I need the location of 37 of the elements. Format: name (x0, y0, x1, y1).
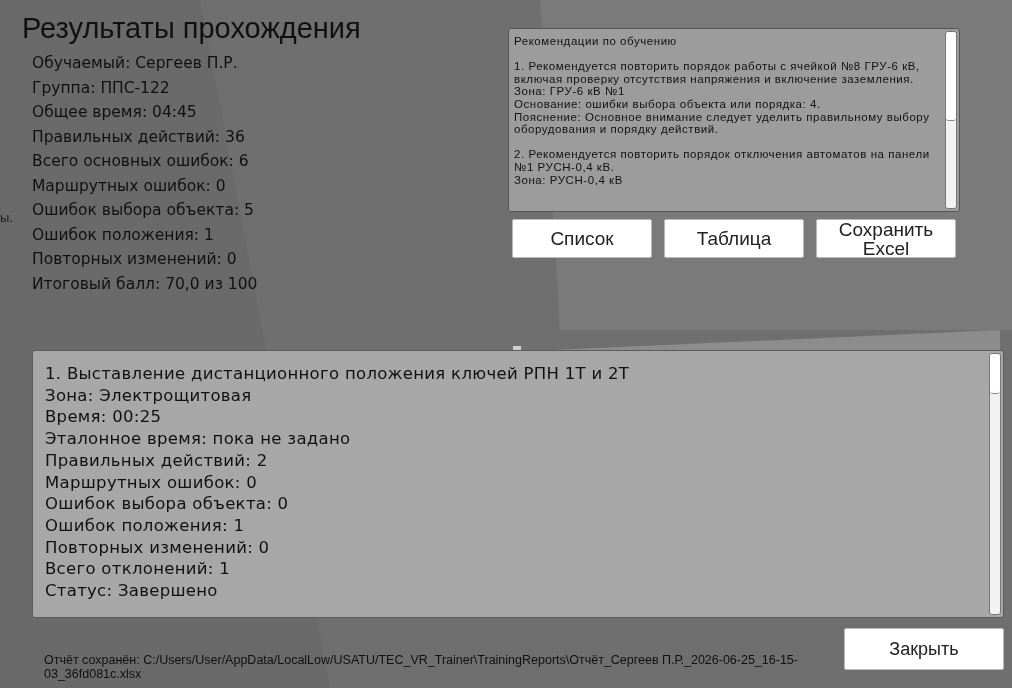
recommendation-line: 2. Рекомендуется повторить порядок отключения автоматов на панели №1 РУСН-0,4 кВ. (514, 148, 931, 174)
stat-line: Маршрутных ошибок: 0 (31, 175, 227, 197)
detail-line: Маршрутных ошибок: 0 (45, 471, 259, 494)
view-button[interactable]: Таблица (664, 219, 804, 258)
detail-line: Статус: Завершено (45, 580, 219, 602)
recommendation-line: Пояснение: Основное внимание следует уделить правильному выбору оборудования и порядку действий. (514, 110, 931, 136)
recommendation-line: Основание: ошибки выбора объекта или порядка: 4. (514, 97, 822, 111)
recommendation-line: Зона: РУСН-0,4 кВ (514, 173, 624, 187)
detail-line: Эталонное время: пока не задано (45, 428, 352, 450)
saved-path-text: Отчёт сохранён: C:/Users/User/AppData/LocalLow/USATU/TEC_VR_Trainer\TrainingReports\Отчёт_Сергеев П.Р._2026-06-25_16-15-03_36fd081c.xlsx (44, 653, 799, 681)
stat-line: Ошибок положения: 1 (31, 224, 215, 246)
stat-line: Повторных изменений: 0 (31, 249, 238, 270)
stat-line: Обучаемый: Сергеев П.Р. (31, 53, 239, 74)
stat-line: Итоговый балл: 70,0 из 100 (31, 273, 259, 295)
scrollbar[interactable] (989, 353, 1001, 615)
text-fragment: ы. (0, 210, 13, 225)
detail-line: Зона: Электрощитовая (45, 384, 253, 407)
view-button[interactable]: Список (512, 219, 652, 258)
detail-line: Правильных действий: 2 (45, 449, 269, 472)
stat-line: Правильных действий: 36 (31, 126, 246, 148)
recommendations-title: Рекомендации по обучению (514, 35, 678, 48)
detail-line: Повторных изменений: 0 (45, 536, 271, 559)
results-title: Результаты прохождения (22, 11, 362, 46)
stat-line: Общее время: 04:45 (31, 102, 198, 123)
detail-line: Ошибок положения: 1 (45, 514, 246, 537)
detail-line: Время: 00:25 (45, 406, 163, 429)
detail-line: Ошибок выбора объекта: 0 (45, 493, 290, 515)
view-button[interactable]: Сохранить Excel (816, 219, 956, 258)
detail-line: 1. Выставление дистанционного положения ключей РПН 1Т и 2Т (45, 363, 631, 385)
detail-line: Всего отклонений: 1 (45, 558, 232, 581)
scrollbar[interactable] (945, 31, 957, 209)
stat-line: Ошибок выбора объекта: 5 (31, 200, 255, 221)
recommendation-line: 1. Рекомендуется повторить порядок работы с ячейкой №8 ГРУ-6 кВ, включая проверку отсутствия напряжения и включение заземления. (514, 60, 921, 86)
stat-line: Группа: ППС-122 (31, 77, 171, 99)
recommendation-line: Зона: ГРУ-6 кВ №1 (514, 85, 626, 98)
stat-line: Всего основных ошибок: 6 (31, 151, 250, 172)
close-button[interactable]: Закрыть (844, 628, 1004, 670)
